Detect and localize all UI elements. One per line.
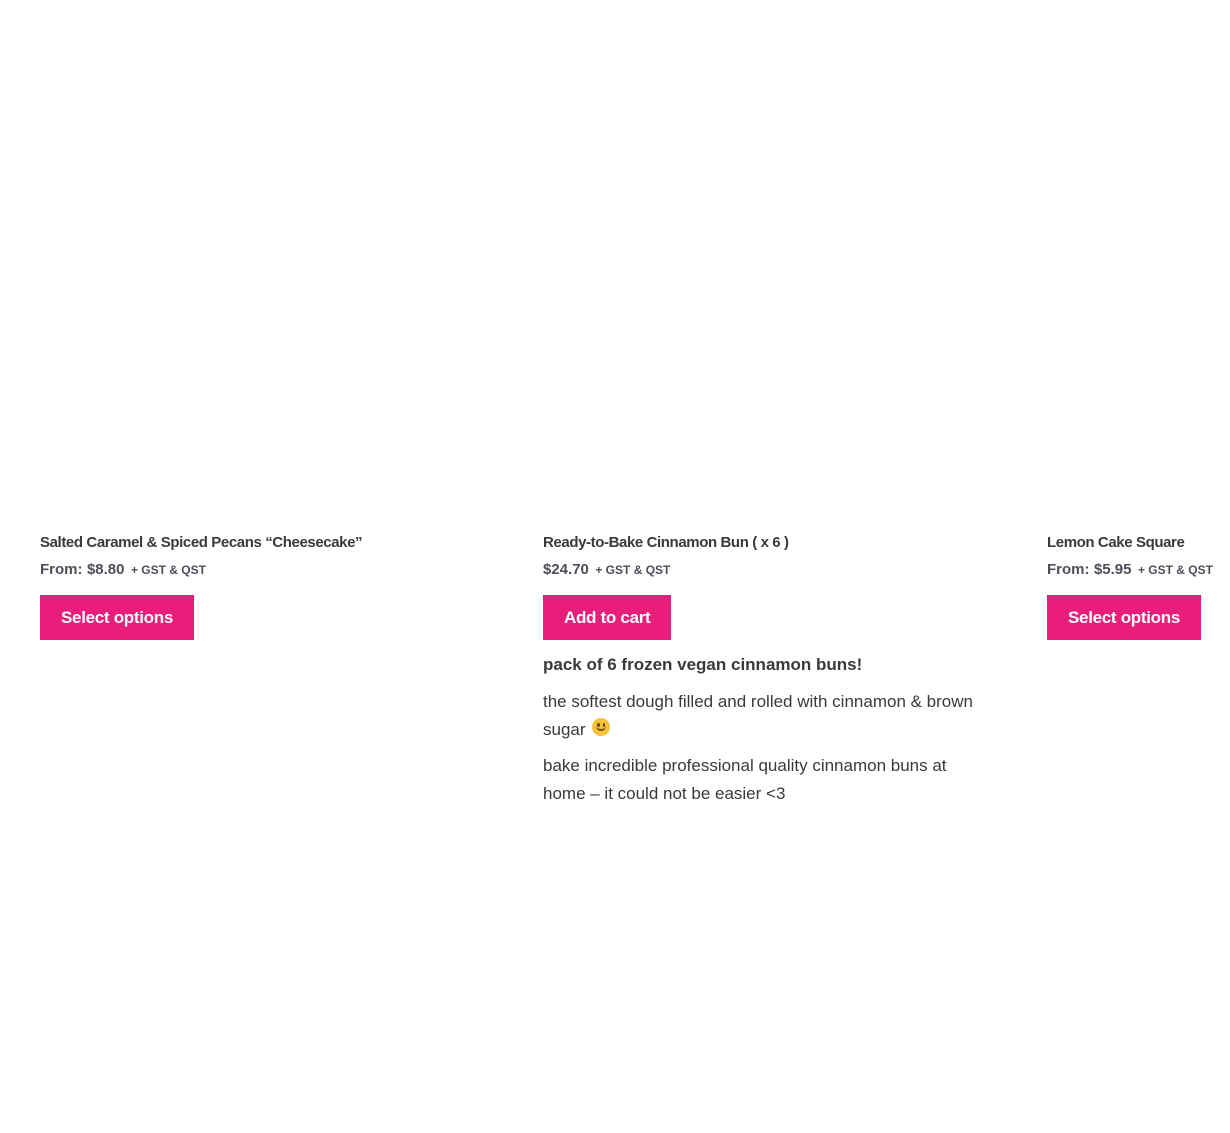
product-price: $24.70 + GST & QST bbox=[543, 560, 993, 580]
tax-note: + GST & QST bbox=[130, 563, 206, 577]
product-image[interactable] bbox=[40, 53, 500, 513]
tax-note: + GST & QST bbox=[595, 563, 671, 577]
product-card-lemon-cake-square: Lemon Cake Square From: $5.95 + GST & QS… bbox=[1047, 533, 1230, 640]
product-image[interactable] bbox=[1047, 53, 1230, 513]
product-title[interactable]: Ready-to-Bake Cinnamon Bun ( x 6 ) bbox=[543, 533, 993, 553]
price-amount: $5.95 bbox=[1093, 561, 1132, 578]
select-options-button[interactable]: Select options bbox=[40, 595, 194, 640]
price-amount: $24.70 bbox=[543, 561, 589, 578]
price-prefix: From: bbox=[40, 561, 83, 578]
add-to-cart-button[interactable]: Add to cart bbox=[543, 595, 672, 640]
description-lead: pack of 6 frozen vegan cinnamon buns! bbox=[543, 655, 863, 674]
smiley-emoji-icon bbox=[592, 718, 611, 736]
tax-note: + GST & QST bbox=[1137, 563, 1213, 577]
product-card-salted-caramel-cheesecake: Salted Caramel & Spiced Pecans “Cheeseca… bbox=[40, 533, 500, 640]
description-line: the softest dough filled and rolled with… bbox=[543, 688, 993, 744]
product-title[interactable]: Lemon Cake Square bbox=[1047, 533, 1230, 553]
description-line: bake incredible professional quality cin… bbox=[543, 756, 947, 803]
select-options-button[interactable]: Select options bbox=[1047, 595, 1201, 640]
product-image[interactable] bbox=[543, 53, 993, 513]
product-title[interactable]: Salted Caramel & Spiced Pecans “Cheeseca… bbox=[40, 533, 500, 553]
price-prefix: From: bbox=[1047, 561, 1090, 578]
price-amount: $8.80 bbox=[86, 561, 125, 578]
product-price: From: $5.95 + GST & QST bbox=[1047, 560, 1230, 580]
product-description: pack of 6 frozen vegan cinnamon buns! th… bbox=[543, 651, 993, 808]
product-card-cinnamon-bun: Ready-to-Bake Cinnamon Bun ( x 6 ) $24.7… bbox=[543, 533, 993, 816]
product-price: From: $8.80 + GST & QST bbox=[40, 560, 500, 580]
